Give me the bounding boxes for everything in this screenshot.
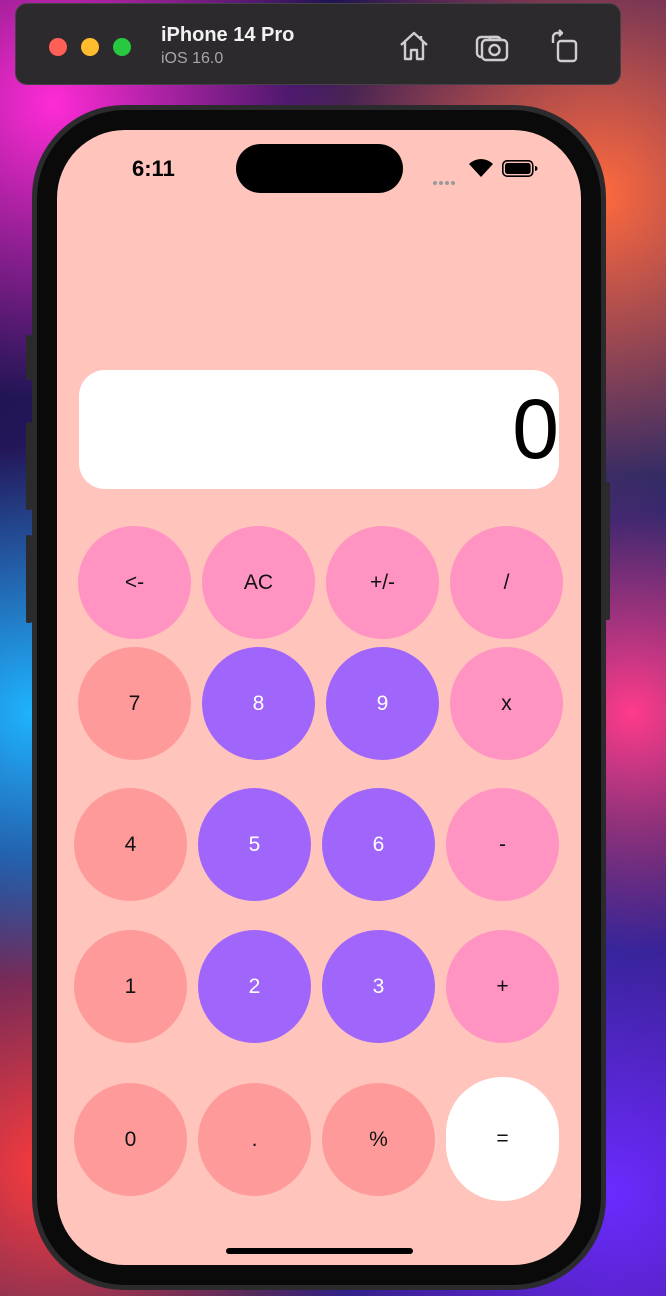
digit-4-button[interactable]: 4: [74, 788, 187, 901]
dynamic-island: [236, 144, 403, 193]
percent-button[interactable]: %: [322, 1083, 435, 1196]
close-window-button[interactable]: [49, 38, 67, 56]
digit-2-button[interactable]: 2: [198, 930, 311, 1043]
backspace-button[interactable]: <-: [78, 526, 191, 639]
digit-0-button[interactable]: 0: [74, 1083, 187, 1196]
clear-button[interactable]: AC: [202, 526, 315, 639]
wifi-icon: [469, 159, 493, 177]
phone-screen: 6:11 0 <- AC +/- / 7 8 9 x 4 5 6 - 1 2 3…: [57, 130, 581, 1265]
display-value: 0: [512, 382, 559, 476]
digit-1-button[interactable]: 1: [74, 930, 187, 1043]
digit-3-button[interactable]: 3: [322, 930, 435, 1043]
device-os-version: iOS 16.0: [161, 50, 224, 67]
divide-button[interactable]: /: [450, 526, 563, 639]
calculator-display: 0: [79, 370, 559, 489]
decimal-button[interactable]: .: [198, 1083, 311, 1196]
multiply-button[interactable]: x: [450, 647, 563, 760]
power-button: [604, 482, 610, 620]
battery-icon: [502, 160, 538, 177]
status-time: 6:11: [132, 156, 175, 181]
signal-icon: [433, 172, 457, 190]
digit-7-button[interactable]: 7: [78, 647, 191, 760]
digit-8-button[interactable]: 8: [202, 647, 315, 760]
home-indicator[interactable]: [226, 1248, 413, 1254]
device-name: iPhone 14 Pro: [161, 24, 295, 46]
plus-button[interactable]: +: [446, 930, 559, 1043]
digit-9-button[interactable]: 9: [326, 647, 439, 760]
digit-5-button[interactable]: 5: [198, 788, 311, 901]
equals-button[interactable]: =: [446, 1077, 559, 1201]
mute-switch: [26, 335, 32, 380]
minimize-window-button[interactable]: [81, 38, 99, 56]
sign-toggle-button[interactable]: +/-: [326, 526, 439, 639]
volume-down-button: [26, 535, 32, 623]
home-icon[interactable]: [396, 28, 432, 64]
rotate-icon[interactable]: [547, 28, 583, 64]
digit-6-button[interactable]: 6: [322, 788, 435, 901]
zoom-window-button[interactable]: [113, 38, 131, 56]
minus-button[interactable]: -: [446, 788, 559, 901]
simulator-title-bar: iPhone 14 Pro iOS 16.0: [15, 3, 621, 85]
volume-up-button: [26, 422, 32, 510]
screenshot-icon[interactable]: [474, 28, 510, 64]
